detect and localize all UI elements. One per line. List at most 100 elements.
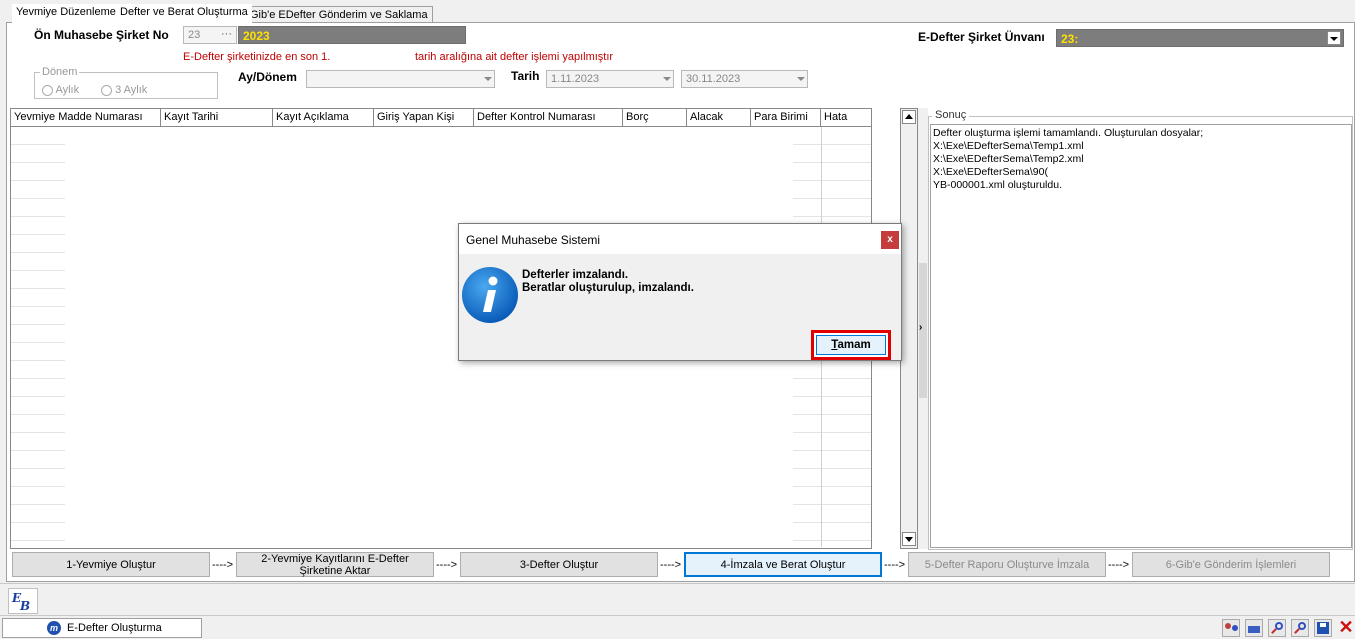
logo-icon: E B (11, 591, 30, 613)
tab-label: Yevmiye Düzenleme (16, 6, 116, 18)
taskbar-app-button[interactable]: m E-Defter Oluşturma (2, 618, 202, 638)
dialog-message-line2: Beratlar oluşturulup, imzalandı. (522, 282, 694, 294)
column-header[interactable]: Defter Kontrol Numarası (474, 109, 623, 127)
step2-button[interactable]: 2-Yevmiye Kayıtlarını E-Defter Şirketine… (236, 552, 434, 577)
taskbar: m E-Defter Oluşturma ✕ (0, 615, 1355, 639)
tab-label: Gib'e EDefter Gönderim ve Saklama (250, 9, 428, 21)
step-arrow: ----> (1108, 559, 1130, 571)
print-icon[interactable] (1245, 619, 1263, 637)
column-header[interactable]: Alacak (687, 109, 751, 127)
close-icon[interactable]: ✕ (1337, 618, 1355, 637)
info-icon (461, 266, 519, 327)
step-arrow: ----> (884, 559, 906, 571)
grid-header: Yevmiye Madde Numarası Kayıt Tarihi Kayı… (11, 109, 871, 127)
result-line: X:\Exe\EDefterSema\Temp2.xml (933, 153, 1084, 165)
warning-text-1: E-Defter şirketinizde en son 1. (183, 51, 331, 63)
dialog-message-line1: Defterler imzalandı. (522, 269, 629, 281)
month-select[interactable] (306, 70, 495, 88)
user-dot-icon (1232, 625, 1238, 631)
tab-yevmiye-duzenleme[interactable]: Yevmiye Düzenleme (12, 4, 120, 24)
step1-button[interactable]: 1-Yevmiye Oluştur (12, 552, 210, 577)
ok-label: amam (837, 339, 871, 351)
date-to-picker[interactable]: 30.11.2023 (681, 70, 808, 88)
edefter-company-select[interactable]: 23: (1056, 29, 1344, 47)
column-header[interactable]: Giriş Yapan Kişi (374, 109, 474, 127)
svg-text:B: B (19, 599, 30, 613)
result-textbox[interactable]: Defter oluşturma işlemi tamamlandı. Oluş… (930, 124, 1352, 548)
magnifier-handle-icon (1271, 628, 1277, 634)
column-header[interactable]: Yevmiye Madde Numarası (11, 109, 161, 127)
warning-text-2: tarih aralığına ait defter işlemi yapılm… (415, 51, 614, 63)
chevron-down-icon (663, 77, 671, 81)
printer-body-icon (1248, 626, 1260, 633)
date-from-picker[interactable]: 1.11.2023 (546, 70, 674, 88)
zoom-in-icon[interactable] (1268, 619, 1286, 637)
step-arrow: ----> (436, 559, 458, 571)
result-line: Defter oluşturma işlemi tamamlandı. Oluş… (933, 127, 1204, 139)
date-label: Tarih (511, 69, 540, 83)
chevron-down-icon (1330, 37, 1338, 41)
grid-vertical-scrollbar[interactable] (900, 108, 918, 549)
message-dialog: Genel Muhasebe Sistemi x Defterler imzal… (458, 223, 902, 361)
radio-icon (101, 84, 112, 96)
triangle-down-icon (905, 537, 913, 542)
dialog-titlebar: Genel Muhasebe Sistemi x (459, 224, 901, 254)
company-lookup-button[interactable]: ··· (221, 28, 232, 40)
step3-button[interactable]: 3-Defter Oluştur (460, 552, 658, 577)
chevron-right-icon[interactable]: › (919, 322, 922, 333)
step-arrow: ----> (660, 559, 682, 571)
radio-monthly-label: Aylık (55, 84, 80, 96)
column-header[interactable]: Kayıt Açıklama (273, 109, 374, 127)
floppy-label-icon (1320, 623, 1326, 627)
column-header[interactable]: Hata (821, 109, 871, 127)
date-from-value: 1.11.2023 (551, 73, 600, 85)
tab-label: Defter ve Berat Oluşturma (120, 6, 248, 18)
period-group-label: Dönem (40, 66, 80, 78)
triangle-up-icon (905, 114, 913, 119)
edefter-company-value: 23: (1061, 32, 1079, 46)
result-line: X:\Exe\EDefterSema\90( (933, 166, 1048, 178)
app-logo[interactable]: E B (8, 588, 38, 614)
scroll-up-button[interactable] (902, 110, 916, 124)
app-icon: m (47, 621, 61, 635)
scroll-down-button[interactable] (902, 532, 916, 546)
user-dot-icon (1225, 623, 1231, 629)
step4-button[interactable]: 4-İmzala ve Berat Oluştur (684, 552, 882, 577)
company-no-value: 23 (188, 29, 201, 41)
step-arrow: ----> (212, 559, 234, 571)
radio-quarterly[interactable]: 3 Aylık (101, 84, 147, 96)
month-label: Ay/Dönem (238, 70, 297, 84)
year-field[interactable]: 2023 (238, 26, 466, 44)
radio-quarterly-label: 3 Aylık (115, 84, 148, 96)
ok-button[interactable]: Tamam (816, 335, 886, 355)
chevron-down-icon (484, 77, 492, 81)
users-icon[interactable] (1222, 619, 1240, 637)
grid-rows-left (11, 127, 65, 547)
column-header[interactable]: Para Birimi (751, 109, 821, 127)
ok-button-highlight: Tamam (811, 330, 891, 360)
company-no-label: Ön Muhasebe Şirket No (34, 28, 169, 42)
bottom-toolbar (0, 583, 1355, 615)
splitter[interactable]: › (918, 108, 928, 549)
step5-button[interactable]: 5-Defter Raporu Oluşturve İmzala (908, 552, 1106, 577)
save-icon[interactable] (1314, 619, 1332, 637)
column-header[interactable]: Borç (623, 109, 687, 127)
magnifier-handle-icon (1294, 628, 1300, 634)
radio-monthly[interactable]: Aylık (42, 84, 79, 96)
taskbar-app-label: E-Defter Oluşturma (67, 622, 162, 634)
result-line: YB-000001.xml oluşturuldu. (933, 179, 1062, 191)
result-label: Sonuç (932, 109, 970, 121)
dialog-title: Genel Muhasebe Sistemi (466, 233, 601, 247)
dialog-close-button[interactable]: x (881, 231, 899, 249)
result-line: X:\Exe\EDefterSema\Temp1.xml (933, 140, 1084, 152)
step6-button[interactable]: 6-Gib'e Gönderim İşlemleri (1132, 552, 1330, 577)
company-no-field[interactable]: 23 ··· (183, 26, 237, 44)
zoom-out-icon[interactable] (1291, 619, 1309, 637)
column-header[interactable]: Kayıt Tarihi (161, 109, 273, 127)
dropdown-button[interactable] (1327, 31, 1341, 45)
date-to-value: 30.11.2023 (686, 73, 741, 85)
chevron-down-icon (797, 77, 805, 81)
tab-defter-berat[interactable]: Defter ve Berat Oluşturma (116, 4, 252, 24)
edefter-company-label: E-Defter Şirket Ünvanı (918, 30, 1045, 44)
radio-icon (42, 84, 53, 96)
